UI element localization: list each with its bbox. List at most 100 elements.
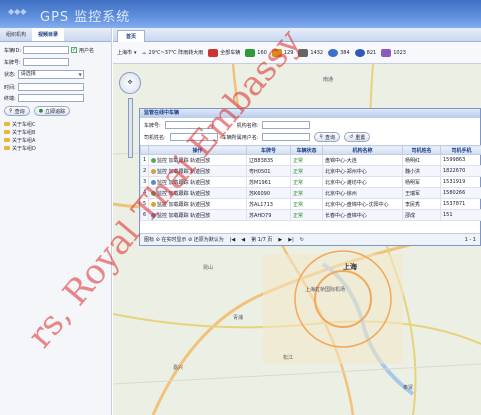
dialog-driver-input[interactable]: [169, 133, 218, 141]
page-indicator[interactable]: 第 1/7 页: [251, 236, 272, 243]
monitor-icon: [151, 190, 156, 196]
user-icon: [328, 48, 339, 57]
app-header: ◆◆◆ GPS 监控系统: [0, 0, 481, 28]
device-icon: [381, 48, 392, 57]
vehicle-table: 操作 车牌号 车辆状态 机构名称 司机姓名 司机手机 1 监控 加载跟踪 轨迹回…: [140, 145, 481, 221]
weather-icon: ☁: [141, 49, 147, 56]
main-area: 首页 上海市 ▾ ☁ 29℃~37℃ 阵雨转大雨 全部车辆 160 129 143…: [113, 28, 481, 415]
logo-icon: ◆◆◆: [8, 7, 27, 16]
user-checkbox[interactable]: ✓: [71, 47, 78, 53]
status-toolbar: 上海市 ▾ ☁ 29℃~37℃ 阵雨转大雨 全部车辆 160 129 1432 3…: [113, 42, 481, 64]
last-page-icon[interactable]: ▶|: [288, 237, 294, 243]
status-stopped[interactable]: 821: [354, 48, 376, 57]
col-header[interactable]: 机构名称: [322, 145, 403, 155]
table-row[interactable]: 1 监控 加载跟踪 轨迹回放 辽B83835 正常 盘锦中心-大连 杨明红 15…: [140, 154, 481, 166]
status-other[interactable]: 1023: [381, 48, 406, 57]
folder-icon: [4, 138, 10, 142]
tree-item[interactable]: 关于车组C: [4, 120, 36, 128]
map-label: 青浦: [233, 315, 244, 321]
chevron-down-icon: ▾: [134, 49, 137, 56]
first-page-icon[interactable]: |◀: [230, 237, 236, 243]
dialog-title: 监管在线中车辆: [140, 109, 480, 118]
col-header[interactable]: 司机姓名: [402, 145, 441, 155]
status-moving[interactable]: 384: [328, 48, 350, 57]
vehicle-list-dialog: 监管在线中车辆 车牌号: 机构名称: 司机姓名: 车辆所属用户名: ⚲ 查询 ↺…: [139, 108, 481, 246]
left-button-row: ⚲ 查询 ● 立即追踪: [4, 106, 71, 116]
map-view[interactable]: 上海 上海虹桥国际机场 苏州 嘉兴 南通 太仓 昆山 青浦 松江 奉贤 ✥ 监管…: [113, 64, 481, 415]
dialog-org-input[interactable]: [262, 121, 311, 129]
table-row[interactable]: 5 监控 加载跟踪 轨迹回放 苏AL1713 正常 北京中心-盘锦中心-沈阳中心…: [140, 198, 481, 210]
track-button[interactable]: ● 立即追踪: [33, 106, 71, 116]
table-row[interactable]: 6 监控 加载跟踪 轨迹回放 苏AHD79 正常 长春中心-盘锦中心 邵成 15…: [140, 209, 481, 221]
col-header[interactable]: 操作: [148, 145, 247, 155]
car-icon: [208, 48, 219, 57]
filter-row-1: 车辆ID: ✓ 用户名: [4, 46, 95, 54]
search-icon: ⚲: [319, 134, 324, 140]
tab-home[interactable]: 首页: [117, 30, 146, 42]
col-header[interactable]: 司机手机: [440, 145, 481, 155]
folder-icon: [4, 146, 10, 150]
filter-row-2: 车牌号:: [4, 58, 69, 66]
monitor-icon: [151, 201, 156, 207]
map-label: 上海: [343, 263, 357, 271]
filter-row-5: 终端:: [4, 94, 84, 102]
tab-video[interactable]: 视频目录: [32, 28, 65, 41]
dialog-user-input[interactable]: [262, 133, 311, 141]
status-offline[interactable]: 1432: [298, 48, 323, 57]
monitor-icon: [151, 212, 156, 218]
reset-icon: ↺: [349, 134, 354, 140]
vehicle-table-wrap: 操作 车牌号 车辆状态 机构名称 司机姓名 司机手机 1 监控 加载跟踪 轨迹回…: [140, 142, 481, 221]
map-label: 嘉兴: [173, 365, 184, 371]
app-logo-text: GPS 监控系统: [40, 10, 131, 25]
terminal-input[interactable]: [17, 94, 84, 102]
plate-input[interactable]: [22, 58, 69, 66]
dialog-search-button[interactable]: ⚲ 查询: [314, 132, 341, 142]
search-button[interactable]: ⚲ 查询: [4, 106, 30, 116]
time-input[interactable]: [17, 83, 84, 91]
left-tabs: 组织机构 视频目录: [0, 28, 111, 42]
car-offline-icon: [298, 48, 309, 57]
monitor-icon: [151, 157, 156, 163]
monitor-icon: [151, 168, 156, 174]
dialog-filter-row-1: 车牌号: 机构名称:: [140, 118, 480, 129]
main-tabs: 首页: [113, 28, 481, 42]
dialog-filter-row-2: 司机姓名: 车辆所属用户名: ⚲ 查询 ↺ 重置: [140, 129, 480, 142]
col-header[interactable]: 车牌号: [246, 145, 291, 155]
car-alarm-icon: [271, 48, 282, 57]
table-row[interactable]: 2 监控 加载跟踪 轨迹回放 粤H0501 正常 北京中心-郑州中心 魏小洪 1…: [140, 165, 481, 177]
status-alarm[interactable]: 129: [271, 48, 293, 57]
folder-icon: [4, 122, 10, 126]
search-icon: ⚲: [9, 108, 13, 114]
status-online[interactable]: 160: [245, 48, 267, 57]
map-label: 松江: [283, 355, 294, 361]
next-page-icon[interactable]: ▶: [278, 237, 282, 243]
map-label: 奉贤: [403, 385, 414, 391]
table-row[interactable]: 4 监控 加载跟踪 轨迹回放 苏K6090 正常 北京中心-徐州 王瑞军 158…: [140, 187, 481, 199]
city-selector[interactable]: 上海市 ▾: [117, 49, 137, 57]
track-icon: ●: [38, 108, 44, 114]
map-zoom-slider[interactable]: [128, 98, 133, 158]
group-tree: 关于车组C 关于车组B 关于车组A 关于车组D: [4, 120, 36, 152]
tree-item[interactable]: 关于车组B: [4, 128, 36, 136]
map-pan-control[interactable]: ✥: [119, 72, 141, 94]
folder-icon: [4, 130, 10, 134]
status-all[interactable]: 全部车辆: [208, 48, 240, 57]
tab-org[interactable]: 组织机构: [0, 28, 32, 41]
car-online-icon: [245, 48, 256, 57]
tree-item[interactable]: 关于车组A: [4, 136, 36, 144]
monitor-icon: [151, 179, 156, 185]
record-range: 1 - 1: [464, 236, 476, 243]
status-select[interactable]: 请选择: [17, 70, 84, 79]
col-header[interactable]: 车辆状态: [290, 145, 323, 155]
dialog-reset-button[interactable]: ↺ 重置: [344, 132, 371, 142]
table-row[interactable]: 3 监控 加载跟踪 轨迹回放 苏M1961 正常 北京中心-潍坊中心 杨明军 1…: [140, 176, 481, 188]
tree-item[interactable]: 关于车组D: [4, 144, 36, 152]
map-label: 昆山: [203, 265, 214, 271]
refresh-icon[interactable]: ↻: [300, 237, 304, 243]
filter-row-3: 状态: 请选择: [4, 70, 84, 79]
pager-legend: 图标 ⊘ 在实时显示 ⊘ 还原为默认为: [144, 237, 224, 243]
dialog-plate-input[interactable]: [164, 121, 213, 129]
prev-page-icon[interactable]: ◀: [241, 237, 245, 243]
weather-info: ☁ 29℃~37℃ 阵雨转大雨: [141, 49, 204, 57]
vehicle-id-input[interactable]: [23, 46, 70, 54]
